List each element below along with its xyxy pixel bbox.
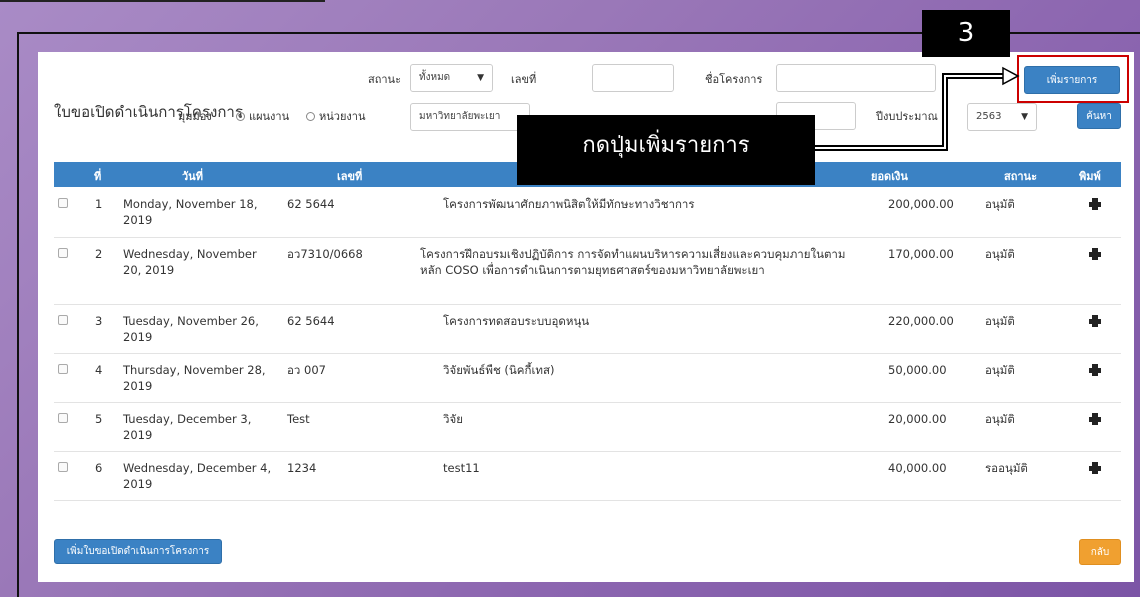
printer-icon[interactable] [1089,462,1101,474]
col-header-no: ที่ [94,170,102,183]
row-checkbox[interactable] [58,364,68,374]
view-radio-unit-label: หน่วยงาน [319,110,366,123]
row-date: Wednesday, November 20, 2019 [123,247,257,277]
number-input[interactable] [592,64,674,92]
row-checkbox[interactable] [58,198,68,208]
table-row: 1 Monday, November 18, 2019 62 5644 โครง… [54,188,1121,238]
fiscal-year-value: 2563 [976,111,1002,122]
col-header-print: พิมพ์ [1079,170,1101,183]
instruction-callout: กดปุ่มเพิ่มรายการ [517,115,815,185]
highlight-box [1017,55,1129,103]
table-row: 6 Wednesday, December 4, 2019 1234 test1… [54,452,1121,501]
row-no: 5 [95,412,103,426]
row-project: โครงการพัฒนาศักยภาพนิสิตให้มีทักษะทางวิช… [443,197,695,211]
printer-icon[interactable] [1089,364,1101,376]
row-amount: 200,000.00 [888,197,954,211]
fiscal-year-select[interactable]: 2563 [967,103,1037,131]
printer-icon[interactable] [1089,413,1101,425]
status-select[interactable]: ทั้งหมด [410,64,493,92]
row-date: Tuesday, November 26, 2019 [123,314,259,344]
radio-selected-icon [236,112,245,121]
back-button[interactable]: กลับ [1079,539,1121,565]
project-name-input[interactable] [776,64,936,92]
col-header-number: เลขที่ [337,170,363,183]
row-checkbox[interactable] [58,315,68,325]
row-no: 6 [95,461,103,475]
row-no: 1 [95,197,103,211]
col-header-amount: ยอดเงิน [871,170,908,183]
row-project: วิจัยพันธ์พืช (นิคกี้เทส) [443,363,555,377]
row-project: โครงการทดสอบระบบอุดหนุน [443,314,590,328]
add-request-button[interactable]: เพิ่มใบขอเปิดดำเนินการโครงการ [54,539,222,564]
row-no: 2 [95,247,103,261]
row-date: Thursday, November 28, 2019 [123,363,266,393]
row-number: 62 5644 [287,197,335,211]
row-status: อนุมัติ [985,247,1015,261]
radio-unselected-icon [306,112,315,121]
printer-icon[interactable] [1089,248,1101,260]
unit-select[interactable]: มหาวิทยาลัยพะเยา [410,103,530,131]
status-label: สถานะ [368,73,401,86]
row-amount: 40,000.00 [888,461,947,475]
row-number: 1234 [287,461,317,475]
row-amount: 20,000.00 [888,412,947,426]
row-date: Tuesday, December 3, 2019 [123,412,252,442]
row-project: วิจัย [443,412,463,426]
row-checkbox[interactable] [58,248,68,258]
row-project: โครงการฝึกอบรมเชิงปฏิบัติการ การจัดทำแผน… [420,247,846,277]
row-amount: 220,000.00 [888,314,954,328]
table-row: 5 Tuesday, December 3, 2019 Test วิจัย 2… [54,403,1121,452]
printer-icon[interactable] [1089,315,1101,327]
row-number: 62 5644 [287,314,335,328]
row-status: อนุมัติ [985,412,1015,426]
number-label: เลขที่ [511,73,537,86]
table-row: 3 Tuesday, November 26, 2019 62 5644 โคร… [54,305,1121,354]
row-amount: 170,000.00 [888,247,954,261]
table-row: 4 Thursday, November 28, 2019 อว 007 วิจ… [54,354,1121,403]
printer-icon[interactable] [1089,198,1101,210]
row-checkbox[interactable] [58,413,68,423]
table-row: 2 Wednesday, November 20, 2019 อว7310/06… [54,238,1121,305]
page-title: ใบขอเปิดดำเนินการโครงการ [54,103,243,121]
row-amount: 50,000.00 [888,363,947,377]
col-header-date: วันที่ [182,170,203,183]
row-number: Test [287,412,310,426]
top-divider [0,0,325,2]
col-header-status: สถานะ [1004,170,1037,183]
search-button[interactable]: ค้นหา [1077,103,1121,129]
row-no: 3 [95,314,103,328]
view-label: มุมมอง [178,110,212,123]
row-project: test11 [443,461,480,475]
status-select-value: ทั้งหมด [419,72,451,83]
row-date: Wednesday, December 4, 2019 [123,461,272,491]
view-radio-plan[interactable]: แผนงาน [236,107,289,125]
row-no: 4 [95,363,103,377]
view-radio-unit[interactable]: หน่วยงาน [306,107,365,125]
row-number: อว 007 [287,363,326,377]
view-radio-plan-label: แผนงาน [249,110,290,123]
row-number: อว7310/0668 [287,247,363,261]
project-name-label: ชื่อโครงการ [705,73,763,86]
row-status: อนุมัติ [985,314,1015,328]
row-status: รออนุมัติ [985,461,1028,475]
fiscal-year-label: ปีงบประมาณ [876,110,938,123]
row-status: อนุมัติ [985,197,1015,211]
row-status: อนุมัติ [985,363,1015,377]
row-checkbox[interactable] [58,462,68,472]
row-date: Monday, November 18, 2019 [123,197,258,227]
step-number-badge: 3 [922,10,1010,57]
